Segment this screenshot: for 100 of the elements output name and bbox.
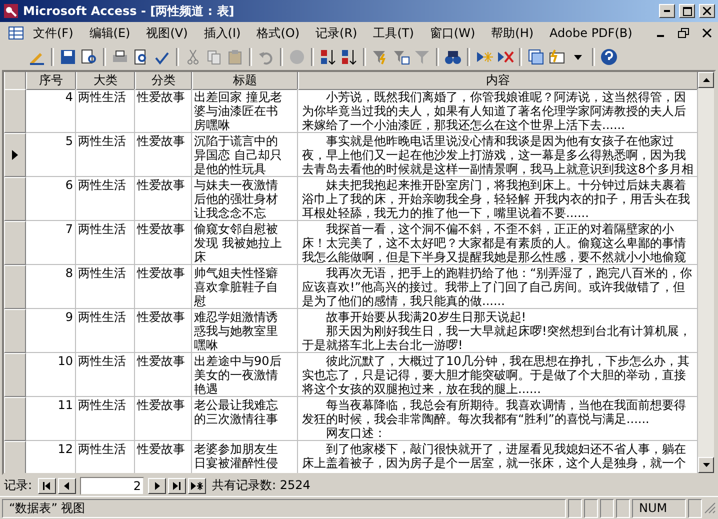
table-cell: 两性生活 — [76, 309, 135, 353]
content-line: 实也忘了，只是记得，要大胆才能突破啊。于是做了个大胆的举动，直接 — [302, 368, 686, 382]
content-line: 来嫁给了一个小油漆匠，那我还怎么在这个世界上活下去...... — [302, 118, 625, 132]
previous-record-button[interactable] — [58, 478, 76, 494]
table-cell: 两性生活 — [76, 265, 135, 309]
minimize-icon — [664, 10, 670, 12]
menu-item[interactable]: 视图(V) — [139, 22, 195, 44]
status-pane — [616, 498, 630, 518]
table-cell: 性爱故事 — [135, 309, 192, 353]
save-icon[interactable] — [59, 48, 77, 66]
maximize-button[interactable] — [679, 4, 695, 18]
help-icon[interactable] — [600, 48, 618, 66]
scroll-down-button[interactable] — [698, 457, 714, 473]
content-line: 故事开始要从我满20岁生日那天说起! — [325, 310, 526, 324]
minimize-button[interactable] — [659, 4, 675, 18]
file-search-icon[interactable] — [80, 48, 98, 66]
status-pane — [568, 498, 582, 518]
column-header[interactable]: 标题 — [192, 72, 298, 90]
content-line: 我再次无语，把手上的跑鞋扔给了他：“别弄湿了，跑完八百米的，你 — [325, 266, 692, 280]
table-cell: 两性生活 — [76, 353, 135, 397]
table-cell: 性爱故事 — [135, 221, 192, 265]
content-line: 我探首一看，这个洞不偏不斜，不歪不斜，正正的对着隔壁家的小 — [325, 222, 674, 236]
menu-item[interactable]: 插入(I) — [196, 22, 248, 44]
menu-item[interactable]: Adobe PDF(B) — [542, 24, 640, 42]
table-cell: 帅气姐夫性怪癖喜欢拿脏鞋子自慰 — [192, 265, 298, 309]
column-header[interactable]: 序号 — [26, 72, 76, 90]
table-cell: 沉陷于谎言中的异国恋 自己却只是他的性玩具 — [192, 133, 298, 177]
content-line: 妹夫把我抱起来推开卧室房门，将我抱到床上。十分钟过后妹夫裹着 — [325, 178, 686, 192]
table-cell: 性爱故事 — [135, 353, 192, 397]
table-cell: 7 — [26, 221, 76, 265]
first-icon — [43, 482, 52, 490]
table-cell: 两性生活 — [76, 221, 135, 265]
vertical-scrollbar[interactable] — [698, 72, 714, 473]
restore-icon[interactable] — [678, 28, 690, 38]
database-window-icon[interactable] — [527, 48, 545, 66]
table-icon[interactable] — [6, 25, 24, 41]
column-header[interactable]: 内容 — [298, 72, 698, 90]
status-pane — [600, 498, 614, 518]
window-title: Microsoft Access - [两性频道 : 表] — [23, 2, 236, 20]
close-icon — [703, 7, 711, 15]
table-cell: 5 — [26, 133, 76, 177]
table-cell: 6 — [26, 177, 76, 221]
content-line: 那天因为刚好我生日，我一大早就起床啰!突然想到台北有计算机展， — [325, 324, 691, 338]
content-line: 床！太完美了，这不太好吧？大家都是有素质的人。偷窥这么卑鄙的事情 — [302, 236, 686, 250]
content-line: 每当夜幕降临，我总会有所期待。我喜欢调情，当他在我面前想要得 — [325, 398, 686, 412]
table-cell: 出差回家 撞见老婆与油漆匠在书房嘿咻 — [192, 89, 298, 133]
sort-descending-icon[interactable] — [340, 48, 358, 66]
record-number-field[interactable]: 2 — [80, 476, 144, 494]
next-record-button[interactable] — [148, 478, 166, 494]
table-cell: 10 — [26, 353, 76, 397]
menu-item[interactable]: 窗口(W) — [422, 22, 482, 44]
table-cell: 性爱故事 — [135, 397, 192, 441]
menu-item[interactable]: 编辑(E) — [82, 22, 138, 44]
content-line: 于是就搭车北上去台北一游啰! — [302, 338, 463, 352]
find-icon[interactable] — [444, 48, 462, 66]
previous-icon — [64, 482, 70, 490]
sort-ascending-icon[interactable] — [319, 48, 337, 66]
menu-item[interactable]: 记录(R) — [308, 22, 364, 44]
status-pane — [688, 498, 702, 518]
record-selector[interactable] — [4, 133, 26, 177]
menu-item[interactable]: 工具(T) — [366, 22, 421, 44]
table-cell: 11 — [26, 397, 76, 441]
column-header[interactable]: 分类 — [135, 72, 192, 90]
table-cell: 4 — [26, 89, 76, 133]
new-record-button[interactable] — [188, 478, 206, 494]
last-record-button[interactable] — [168, 478, 186, 494]
first-record-button[interactable] — [38, 478, 56, 494]
column-header[interactable]: 大类 — [76, 72, 135, 90]
new-object-icon[interactable] — [548, 48, 566, 66]
new-record-icon — [191, 482, 204, 490]
menu-item[interactable]: 帮助(H) — [484, 22, 541, 44]
table-cell: 性爱故事 — [135, 265, 192, 309]
content-line: 将这个女孩的双腿抱过来，放在我的腿上...... — [302, 382, 541, 396]
content-line: 发狂的时候，我会非常陶醉。每次我都有“胜利”的喜悦与满足...... — [302, 412, 650, 426]
menu-item[interactable]: 格式(O) — [250, 22, 307, 44]
table-cell: 性爱故事 — [135, 89, 192, 133]
close-icon[interactable] — [702, 28, 712, 38]
close-button[interactable] — [699, 4, 715, 18]
content-line: 为你毕竟当过我的夫人，如果有人知道了著名伦理学家阿涛教授的夫人后 — [302, 104, 686, 118]
filter-form-icon[interactable] — [392, 48, 410, 66]
content-line: 彼此沉默了，大概过了10几分钟，我在思想在挣扎，下步怎么办，其 — [325, 354, 690, 368]
content-line: 网友口述： — [325, 426, 386, 440]
table-cell: 两性生活 — [76, 397, 135, 441]
table-cell: 性爱故事 — [135, 177, 192, 221]
content-line: 去青岛去看他的时候就是这样一副情景啊，我马上就意识到我这8个多月相 — [302, 162, 694, 176]
content-line: 耳根处轻舔，我无力的推了他一下，嘴里说着不要...... — [302, 206, 589, 220]
record-label: 记录: — [4, 477, 32, 494]
table-cell: 两性生活 — [76, 133, 135, 177]
content-line: 床上盖着被子，因为房子是个一居室，就一张床，这个人是独身，就一个 — [302, 456, 686, 470]
table-cell: 两性生活 — [76, 89, 135, 133]
menu-item[interactable]: 文件(F) — [26, 22, 80, 44]
table-cell: 偷窥女邻自慰被发现 我被她拉上床 — [192, 221, 298, 265]
table-cell: 性爱故事 — [135, 133, 192, 177]
table-cell: 两性生活 — [76, 177, 135, 221]
status-pane — [584, 498, 598, 518]
record-count: 共有记录数: 2524 — [212, 477, 310, 494]
content-line: 小芳说，既然我们离婚了，你管我娘谁呢？阿涛说，这当然得管，因 — [325, 90, 686, 104]
resize-grip-icon[interactable] — [704, 502, 716, 514]
scroll-up-button[interactable] — [698, 72, 714, 88]
next-icon — [154, 482, 160, 490]
